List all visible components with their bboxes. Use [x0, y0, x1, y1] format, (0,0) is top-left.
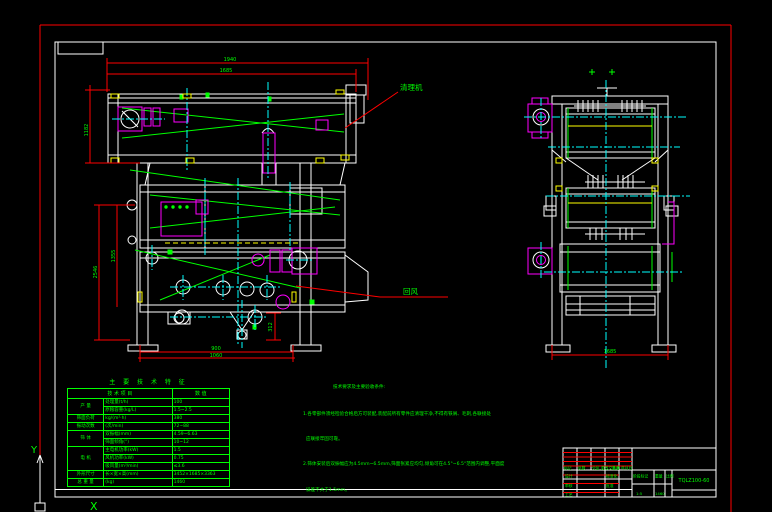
- table-row: 振动次数 (次/min) 72~88: [66, 422, 231, 431]
- note-line: 误差不大于1.5mm。: [303, 487, 350, 493]
- callout-cleaner: 清理机: [344, 82, 423, 129]
- note-line: 2.筛体安装后双振幅应为4.5mm~6.5mm,筛面张紧应均匀,倾角可在4.5°…: [303, 462, 505, 468]
- table-row: 总 重 量 (kg) 1460: [66, 478, 231, 487]
- notes-title: 技术要求及主要验收条件:: [333, 384, 386, 390]
- svg-text:1460: 1460: [655, 491, 665, 496]
- spec-header-item: 技 术 项 目: [67, 388, 173, 399]
- spec-header-value: 数 值: [171, 388, 231, 399]
- table-row: 筛 体 双振幅(mm) 4.59~6.63: [66, 430, 231, 447]
- spec-table: 技 术 项 目 数 值 产 量 处理量(t/h) 100 原粮容重(kg/L) 1.…: [66, 388, 231, 487]
- note-line: 1.各零部件须经检验合格后方可装配,装配前所有零件应清理干净,不得有铁屑、毛刺,…: [303, 412, 491, 418]
- svg-text:工艺: 工艺: [565, 492, 573, 497]
- ucs-y-label: Y: [30, 445, 38, 456]
- callout-cleaner-label: 清理机: [400, 82, 423, 92]
- svg-text:1355: 1355: [111, 250, 117, 263]
- svg-text:1:5: 1:5: [636, 491, 643, 496]
- svg-text:900: 900: [211, 346, 221, 352]
- front-view: [107, 82, 369, 352]
- svg-text:分区: 分区: [592, 465, 600, 470]
- side-view: [524, 69, 690, 370]
- svg-text:1685: 1685: [604, 349, 617, 355]
- svg-text:312: 312: [268, 322, 274, 332]
- svg-text:处数: 处数: [578, 465, 586, 470]
- svg-text:重量: 重量: [655, 474, 663, 479]
- callout-return-air: 回风: [295, 285, 448, 298]
- svg-text:1182: 1182: [84, 124, 90, 137]
- svg-text:1940: 1940: [224, 57, 237, 63]
- ucs-x-label: X: [90, 500, 98, 512]
- svg-text:标记: 标记: [564, 465, 572, 470]
- svg-text:阶段标记: 阶段标记: [633, 474, 648, 479]
- svg-text:2546: 2546: [93, 266, 99, 279]
- table-row: 筛面负荷 kg/(m²·h) 380: [66, 414, 231, 423]
- svg-text:比例: 比例: [666, 474, 674, 479]
- svg-text:审核: 审核: [565, 483, 573, 488]
- spec-table-title: 主 要 技 术 特 征: [109, 379, 188, 386]
- svg-text:1060: 1060: [210, 353, 223, 359]
- svg-text:签名: 签名: [612, 465, 620, 470]
- svg-text:设计: 设计: [565, 474, 573, 479]
- svg-text:1685: 1685: [220, 68, 233, 74]
- callout-return-air-label: 回风: [403, 287, 418, 296]
- spec-header-row: 技 术 项 目 数 值: [67, 388, 231, 399]
- technical-notes: 技术要求及主要验收条件: 1.各零部件须经检验合格后方可装配,装配前所有零件应清…: [303, 367, 548, 512]
- svg-text:批准: 批准: [606, 483, 614, 488]
- title-block: 标记 处数 分区 更改文件号 签名 年月日 设计 审核 工艺 标准化 批准 阶段…: [562, 447, 717, 498]
- drawing-number: TQLZ100-60: [678, 478, 710, 484]
- svg-text:年月日: 年月日: [621, 465, 633, 470]
- table-row: 电 机 主电机功率(kW) 1.5: [66, 446, 231, 471]
- note-line: 应联接牢固可靠。: [303, 437, 343, 443]
- cad-canvas: Y X 1940 1685 1182 2546 1355 900 1060 31…: [0, 0, 772, 512]
- table-row: 产 量 处理量(t/h) 100: [66, 398, 231, 415]
- table-row: 外形尺寸 长×宽×高(mm) 3452×1685×3363: [66, 470, 231, 479]
- svg-text:标准化: 标准化: [606, 474, 618, 479]
